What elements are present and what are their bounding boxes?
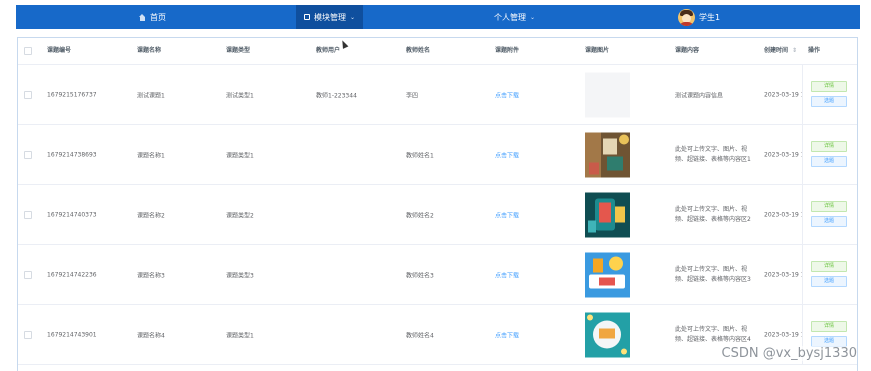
row-checkbox[interactable] xyxy=(24,150,32,159)
module-icon xyxy=(304,14,310,20)
cell-content: 此处可上传文字、图片、视频、超链接、表格等内容区4 xyxy=(675,325,751,343)
user-name: 学生1 xyxy=(699,12,721,22)
nav-personal-management[interactable]: 个人管理 ⌄ xyxy=(494,5,535,29)
cell-teacher-account: 教师1-223344 xyxy=(316,92,357,99)
row-checkbox[interactable] xyxy=(24,90,32,99)
column-header-image[interactable]: 课题图片 xyxy=(585,38,609,64)
cell-code: 1679215176737 xyxy=(47,91,97,98)
select-topic-button[interactable]: 选题 xyxy=(811,216,847,227)
topic-table: 课题编号 课题名称 课题类型 教师用户 教师姓名 课题附件 课题图片 课题内容 … xyxy=(17,37,858,371)
table-row: 1679215176737 测试课题1 测试类型1 教师1-223344 李四 … xyxy=(18,65,857,125)
cell-name: 课题名称4 xyxy=(137,332,165,339)
top-nav-bar: 首页 模块管理 ⌄ 个人管理 ⌄ 学生1 xyxy=(16,5,860,29)
column-header-actions: 操作 xyxy=(808,47,821,54)
detail-button[interactable]: 详情 xyxy=(811,141,847,152)
select-topic-button[interactable]: 选题 xyxy=(811,276,847,287)
cell-teacher-name: 教师姓名4 xyxy=(406,332,434,339)
chevron-down-icon: ⌄ xyxy=(530,13,536,21)
column-header-attachment[interactable]: 课题附件 xyxy=(495,38,519,64)
cell-teacher-name: 教师姓名1 xyxy=(406,152,434,159)
cell-teacher-name: 教师姓名3 xyxy=(406,272,434,279)
cell-name: 课题名称1 xyxy=(137,152,165,159)
cell-type: 课题类型1 xyxy=(226,332,254,339)
cell-type: 课题类型2 xyxy=(226,212,254,219)
download-link[interactable]: 点击下载 xyxy=(495,210,519,219)
cell-name: 测试课题1 xyxy=(137,92,165,99)
cell-content: 测试课题内容信息 xyxy=(675,92,724,99)
select-all-checkbox[interactable] xyxy=(24,47,32,55)
row-actions: 详情 选题 xyxy=(802,185,857,244)
watermark: CSDN @vx_bysj1330 xyxy=(721,346,857,361)
nav-user-menu[interactable]: 学生1 xyxy=(678,5,720,29)
row-actions: 详情 选题 xyxy=(802,125,857,184)
cell-code: 1679214740373 xyxy=(47,211,97,218)
cell-name: 课题名称3 xyxy=(137,272,165,279)
column-header-code[interactable]: 课题编号 xyxy=(47,38,71,64)
download-link[interactable]: 点击下载 xyxy=(495,270,519,279)
table-row: 1679214738693 课题名称1 课题类型1 教师姓名1 点击下载 此处可… xyxy=(18,125,857,185)
detail-button[interactable]: 详情 xyxy=(811,261,847,272)
avatar xyxy=(678,8,695,26)
cell-type: 测试类型1 xyxy=(226,92,254,99)
cell-created: 2023-03-19 1 xyxy=(764,271,805,278)
select-topic-button[interactable]: 选题 xyxy=(811,96,847,107)
cell-content: 此处可上传文字、图片、视频、超链接、表格等内容区3 xyxy=(675,265,751,283)
sort-icon[interactable]: ⇕ xyxy=(792,38,797,64)
home-icon xyxy=(139,13,146,21)
table-header: 课题编号 课题名称 课题类型 教师用户 教师姓名 课题附件 课题图片 课题内容 … xyxy=(18,38,857,65)
cell-code: 1679214742236 xyxy=(47,271,97,278)
column-header-content[interactable]: 课题内容 xyxy=(675,38,699,64)
table-row: 1679214742236 课题名称3 课题类型3 教师姓名3 点击下载 此处可… xyxy=(18,245,857,305)
cell-created: 2023-03-19 1 xyxy=(764,331,805,338)
topic-image-open-book xyxy=(585,312,630,357)
download-link[interactable]: 点击下载 xyxy=(495,330,519,339)
column-header-created[interactable]: 创建时间 xyxy=(764,38,788,64)
topic-image-classroom xyxy=(585,132,630,177)
topic-image-placeholder xyxy=(585,72,630,117)
nav-module-management[interactable]: 模块管理 ⌄ xyxy=(296,5,364,29)
row-checkbox[interactable] xyxy=(24,330,32,339)
topic-image-graduation xyxy=(585,252,630,297)
nav-personal-label: 个人管理 xyxy=(494,12,526,22)
row-actions: 详情 选题 xyxy=(802,65,857,124)
download-link[interactable]: 点击下载 xyxy=(495,150,519,159)
cell-teacher-name: 教师姓名2 xyxy=(406,212,434,219)
cell-teacher-name: 李四 xyxy=(406,92,419,99)
chevron-down-icon: ⌄ xyxy=(350,13,356,21)
nav-module-label: 模块管理 xyxy=(314,12,346,22)
cell-code: 1679214738693 xyxy=(47,151,97,158)
row-checkbox[interactable] xyxy=(24,210,32,219)
row-checkbox[interactable] xyxy=(24,270,32,279)
cell-created: 2023-03-19 1 xyxy=(764,151,805,158)
nav-home-label: 首页 xyxy=(150,12,166,22)
column-header-teacher-name[interactable]: 教师姓名 xyxy=(406,38,430,64)
column-header-name[interactable]: 课题名称 xyxy=(137,38,161,64)
detail-button[interactable]: 详情 xyxy=(811,201,847,212)
cell-code: 1679214743901 xyxy=(47,331,97,338)
nav-home[interactable]: 首页 xyxy=(139,5,166,29)
cell-content: 此处可上传文字、图片、视频、超链接、表格等内容区2 xyxy=(675,205,751,223)
row-actions: 详情 选题 xyxy=(802,245,857,304)
cell-created: 2023-03-19 1 xyxy=(764,91,805,98)
detail-button[interactable]: 详情 xyxy=(811,81,847,92)
cell-name: 课题名称2 xyxy=(137,212,165,219)
topic-image-online-learning xyxy=(585,192,630,237)
table-row: 1679214740373 课题名称2 课题类型2 教师姓名2 点击下载 此处可… xyxy=(18,185,857,245)
column-header-type[interactable]: 课题类型 xyxy=(226,38,250,64)
detail-button[interactable]: 详情 xyxy=(811,321,847,332)
select-topic-button[interactable]: 选题 xyxy=(811,156,847,167)
column-header-teacher-account[interactable]: 教师用户 xyxy=(316,38,340,64)
cell-type: 课题类型3 xyxy=(226,272,254,279)
cell-type: 课题类型1 xyxy=(226,152,254,159)
cell-created: 2023-03-19 1 xyxy=(764,211,805,218)
cell-content: 此处可上传文字、图片、视频、超链接、表格等内容区1 xyxy=(675,145,751,163)
download-link[interactable]: 点击下载 xyxy=(495,90,519,99)
